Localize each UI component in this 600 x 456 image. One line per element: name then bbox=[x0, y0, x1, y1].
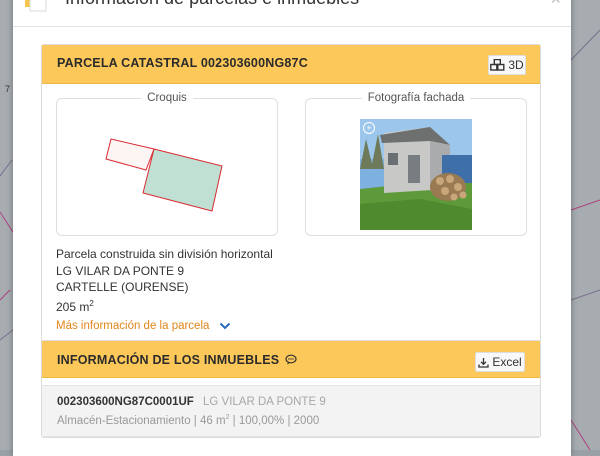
zoom-in-icon[interactable]: + bbox=[363, 122, 375, 134]
parcel-sketch bbox=[105, 138, 223, 212]
parcel-area-exponent: 2 bbox=[89, 298, 94, 308]
comment-icon[interactable] bbox=[285, 354, 297, 365]
close-icon[interactable]: × bbox=[550, 0, 561, 10]
parcel-address: LG VILAR DA PONTE 9 bbox=[56, 263, 185, 278]
properties-title-text: INFORMACIÓN DE LOS INMUEBLES bbox=[57, 353, 280, 367]
properties-card-header: INFORMACIÓN DE LOS INMUEBLES Excel bbox=[42, 341, 540, 378]
facade-photo-panel: Fotografía fachada + bbox=[305, 92, 527, 236]
parcel-info-dialog: Información de parcelas e inmuebles × PA… bbox=[13, 0, 571, 456]
property-details: Almacén-Estacionamiento | 46 m2 | 100,00… bbox=[57, 414, 320, 427]
excel-export-label: Excel bbox=[492, 355, 522, 369]
dialog-header: Información de parcelas e inmuebles × bbox=[13, 0, 571, 27]
download-icon bbox=[478, 357, 489, 368]
property-participation: 100,00% bbox=[238, 414, 285, 427]
property-use: Almacén-Estacionamiento bbox=[57, 414, 191, 427]
property-year: 2000 bbox=[293, 414, 320, 427]
property-area-exponent: 2 bbox=[225, 414, 230, 421]
parcel-card: PARCELA CATASTRAL 002303600NG87C 3D Croq… bbox=[41, 44, 541, 348]
more-parcel-info-label: Más información de la parcela bbox=[56, 320, 210, 332]
properties-card: INFORMACIÓN DE LOS INMUEBLES Excel 00230… bbox=[41, 340, 541, 438]
parcel-area-value: 205 m bbox=[56, 299, 90, 314]
facade-photo-image bbox=[360, 119, 472, 230]
property-address: LG VILAR DA PONTE 9 bbox=[203, 396, 326, 408]
map-label: 7 bbox=[5, 84, 11, 94]
property-row[interactable]: 002303600NG87C0001UF LG VILAR DA PONTE 9… bbox=[42, 385, 540, 437]
parcel-title: PARCELA CATASTRAL 002303600NG87C bbox=[57, 56, 308, 70]
property-reference[interactable]: 002303600NG87C0001UF bbox=[57, 396, 194, 408]
view-3d-label: 3D bbox=[508, 58, 524, 72]
view-3d-button[interactable]: 3D bbox=[488, 55, 526, 75]
cubes-icon bbox=[490, 59, 505, 71]
parcel-card-header: PARCELA CATASTRAL 002303600NG87C 3D bbox=[42, 45, 540, 84]
parcel-area: 205 m2 bbox=[56, 296, 273, 316]
parcel-info-icon bbox=[25, 0, 47, 12]
more-parcel-info-link[interactable]: Más información de la parcela bbox=[56, 320, 231, 332]
excel-export-button[interactable]: Excel bbox=[475, 352, 525, 372]
facade-photo-label: Fotografía fachada bbox=[361, 92, 471, 104]
parcel-type: Parcela construida sin división horizont… bbox=[56, 247, 273, 261]
dialog-title: Información de parcelas e inmuebles bbox=[65, 0, 359, 9]
croquis-label: Croquis bbox=[141, 92, 193, 104]
properties-title: INFORMACIÓN DE LOS INMUEBLES bbox=[57, 353, 297, 367]
croquis-panel: Croquis bbox=[56, 92, 278, 236]
parcel-info: Parcela construida sin división horizont… bbox=[56, 246, 273, 315]
chevron-down-icon bbox=[220, 322, 231, 330]
property-area: 46 m bbox=[199, 414, 226, 427]
facade-photo[interactable]: + bbox=[360, 119, 472, 230]
parcel-municipality: CARTELLE (OURENSE) bbox=[56, 280, 189, 294]
